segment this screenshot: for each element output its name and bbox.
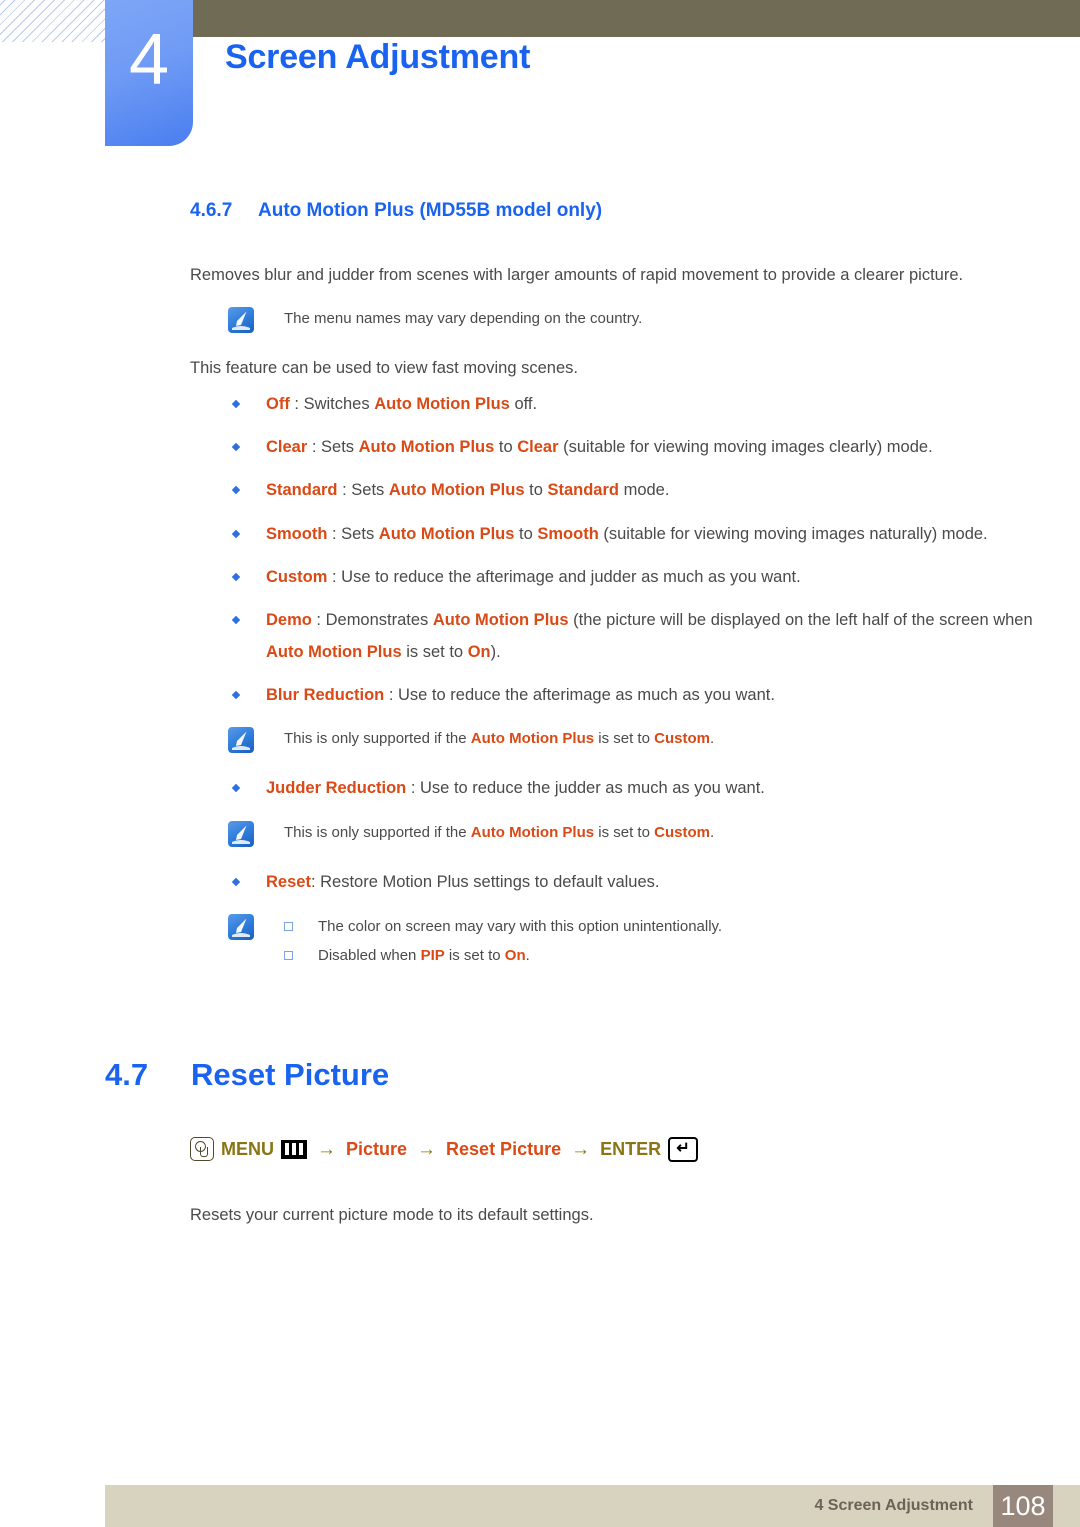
- key-term: Auto Motion Plus: [470, 730, 595, 748]
- key-term: Auto Motion Plus: [388, 481, 525, 500]
- menu-step-picture[interactable]: Picture: [346, 1140, 407, 1158]
- chapter-number-badge: 4: [105, 0, 193, 146]
- note-pen-icon: [228, 727, 254, 754]
- key-term: PIP: [420, 947, 445, 965]
- note-pen-icon: [228, 307, 254, 334]
- key-term: Standard: [547, 481, 619, 500]
- path-arrow-icon: →: [571, 1138, 591, 1160]
- diamond-bullet-icon: [231, 877, 241, 887]
- note-blur-reduction: This is only supported if the Auto Motio…: [228, 725, 1080, 759]
- note-sublist-item: The color on screen may vary with this o…: [228, 912, 1080, 941]
- diamond-bullet-icon: [231, 572, 241, 582]
- menu-path-breadcrumb: MENU → Picture → Reset Picture → ENTER: [190, 1136, 1080, 1162]
- menu-step-reset-picture[interactable]: Reset Picture: [446, 1140, 561, 1158]
- options-list-main: Off : Switches Auto Motion Plus off. Cle…: [0, 389, 1080, 668]
- key-term: Blur Reduction: [266, 686, 385, 705]
- section2-number: 4.7: [105, 1056, 149, 1092]
- key-term: Reset: [266, 872, 311, 891]
- header-olive-bar: [192, 0, 1080, 37]
- section-title: Auto Motion Plus (MD55B model only): [258, 200, 603, 221]
- diamond-bullet-icon: [231, 784, 241, 793]
- note-text: This is only supported if the Auto Motio…: [284, 730, 715, 748]
- enter-key-icon: [668, 1136, 699, 1162]
- key-term: Smooth: [537, 524, 599, 543]
- note-sublist: The color on screen may vary with this o…: [228, 912, 1080, 971]
- list-item-demo: Demo : Demonstrates Auto Motion Plus (th…: [228, 605, 1056, 668]
- key-term: On: [504, 947, 526, 965]
- key-term: Judder Reduction: [266, 779, 407, 798]
- list-item-blur-reduction: Blur Reduction : Use to reduce the after…: [228, 680, 1056, 711]
- menu-button-label[interactable]: MENU: [221, 1140, 274, 1158]
- key-term: Auto Motion Plus: [266, 642, 402, 661]
- options-list-judder: Judder Reduction : Use to reduce the jud…: [0, 773, 1080, 804]
- chapter-title: Screen Adjustment: [225, 38, 531, 76]
- diamond-bullet-icon: [231, 399, 241, 408]
- square-bullet-icon: [284, 922, 293, 932]
- section-heading-467: 4.6.7 Auto Motion Plus (MD55B model only): [190, 200, 1080, 222]
- note-text: The menu names may vary depending on the…: [284, 310, 643, 328]
- section-heading-47: 4.7 Reset Picture: [105, 1057, 1080, 1093]
- hand-press-icon: [190, 1137, 214, 1162]
- hatch-decoration: [0, 0, 107, 42]
- options-list-blur: Blur Reduction : Use to reduce the after…: [0, 680, 1080, 711]
- note-reset: The color on screen may vary with this o…: [228, 912, 1080, 971]
- key-term: Smooth: [266, 524, 328, 543]
- list-item-custom: Custom : Use to reduce the afterimage an…: [228, 562, 1056, 593]
- diamond-bullet-icon: [231, 486, 241, 495]
- section-intro-paragraph: Removes blur and judder from scenes with…: [190, 266, 964, 284]
- key-term: Standard: [266, 481, 338, 500]
- key-term: Demo: [266, 611, 312, 630]
- note-pen-icon: [228, 820, 254, 847]
- note-menu-names: The menu names may vary depending on the…: [228, 305, 1080, 339]
- diamond-bullet-icon: [231, 690, 241, 700]
- section2-title: Reset Picture: [191, 1056, 390, 1092]
- square-bullet-icon: [284, 951, 293, 961]
- key-term: Custom: [266, 568, 328, 587]
- list-item-reset: Reset: Restore Motion Plus settings to d…: [228, 867, 1056, 898]
- enter-button-label[interactable]: ENTER: [600, 1140, 661, 1158]
- key-term: Custom: [654, 823, 710, 841]
- after-note-paragraph: This feature can be used to view fast mo…: [190, 359, 578, 378]
- list-item-clear: Clear : Sets Auto Motion Plus to Clear (…: [228, 432, 1056, 463]
- list-item-off: Off : Switches Auto Motion Plus off.: [228, 389, 1056, 420]
- list-item-standard: Standard : Sets Auto Motion Plus to Stan…: [228, 475, 1056, 506]
- diamond-bullet-icon: [231, 442, 241, 452]
- footer-chapter-label: 4 Screen Adjustment: [814, 1497, 973, 1514]
- note-judder-reduction: This is only supported if the Auto Motio…: [228, 819, 1080, 853]
- path-arrow-icon: →: [417, 1138, 437, 1160]
- key-term: Auto Motion Plus: [358, 438, 495, 457]
- key-term: On: [467, 642, 491, 661]
- key-term: Auto Motion Plus: [378, 524, 515, 543]
- page-content: 4.6.7 Auto Motion Plus (MD55B model only)…: [0, 200, 1080, 1235]
- section2-description: Resets your current picture mode to its …: [190, 1205, 594, 1224]
- options-list-reset: Reset: Restore Motion Plus settings to d…: [0, 867, 1080, 898]
- menu-bars-icon: [281, 1139, 307, 1159]
- list-item-smooth: Smooth : Sets Auto Motion Plus to Smooth…: [228, 519, 1056, 550]
- key-term: Auto Motion Plus: [470, 823, 595, 841]
- key-term: Custom: [654, 730, 710, 748]
- page-header: 4 Screen Adjustment: [0, 0, 1080, 150]
- note-text: This is only supported if the Auto Motio…: [284, 823, 715, 841]
- footer-page-number: 108: [993, 1485, 1053, 1527]
- note-sublist-item: Disabled when PIP is set to On.: [228, 941, 1080, 970]
- key-term: Auto Motion Plus: [374, 394, 510, 413]
- page-footer: 4 Screen Adjustment 108: [105, 1485, 1080, 1527]
- key-term: Off: [266, 394, 290, 413]
- diamond-bullet-icon: [231, 529, 241, 538]
- section-number: 4.6.7: [190, 200, 233, 221]
- list-item-judder-reduction: Judder Reduction : Use to reduce the jud…: [228, 773, 1056, 804]
- key-term: Clear: [517, 438, 559, 457]
- key-term: Clear: [266, 438, 308, 457]
- diamond-bullet-icon: [231, 616, 241, 625]
- path-arrow-icon: →: [317, 1138, 336, 1160]
- key-term: Auto Motion Plus: [432, 611, 569, 630]
